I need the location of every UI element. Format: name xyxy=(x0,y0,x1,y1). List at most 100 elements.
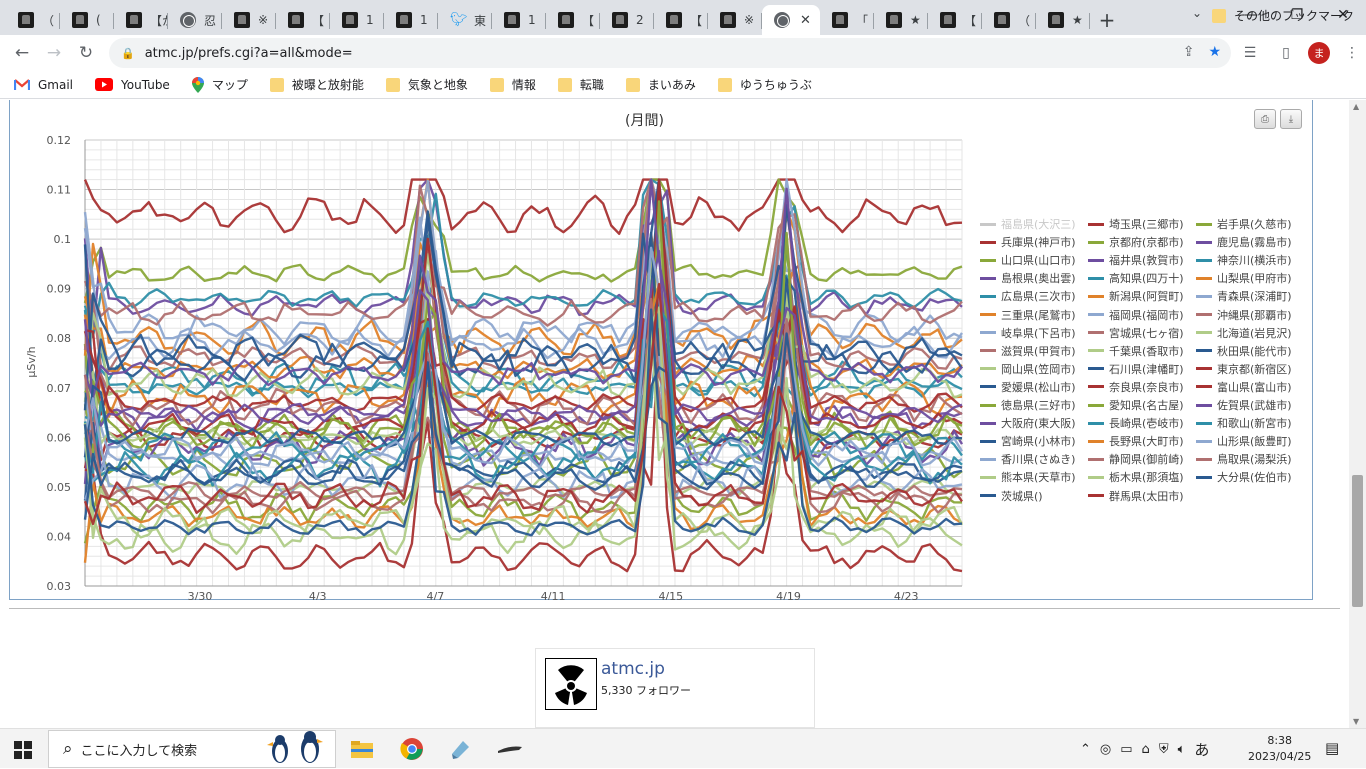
print-icon[interactable]: ⎙ xyxy=(1254,109,1276,129)
windows-start-icon[interactable] xyxy=(14,741,32,759)
legend-entry[interactable]: 静岡県(御前崎) xyxy=(1088,451,1184,467)
scroll-thumb[interactable] xyxy=(1352,475,1363,607)
legend-entry[interactable]: 山形県(飯豊町) xyxy=(1196,433,1292,449)
legend-entry[interactable]: 長野県(大町市) xyxy=(1088,433,1184,449)
legend-entry[interactable]: 千葉県(香取市) xyxy=(1088,343,1184,359)
legend-entry[interactable]: 三重県(尾鷲市) xyxy=(980,307,1076,323)
browser-tab[interactable]: 【 xyxy=(654,5,708,35)
twitter-follow-widget[interactable]: atmc.jp 5,330 フォロワー xyxy=(535,648,815,728)
legend-entry[interactable]: 和歌山(新宮市) xyxy=(1196,415,1292,431)
legend-entry[interactable]: 岡山県(笠岡市) xyxy=(980,361,1076,377)
legend-entry[interactable]: 愛媛県(松山市) xyxy=(980,379,1076,395)
app-icon-blue[interactable] xyxy=(446,735,474,763)
browser-tab[interactable]: 【 xyxy=(546,5,600,35)
bookmark-item[interactable]: 情報 xyxy=(489,76,536,93)
notification-icon[interactable]: ▤ xyxy=(1325,739,1339,757)
chrome-icon[interactable] xyxy=(398,735,426,763)
legend-entry[interactable]: 愛知県(名古屋) xyxy=(1088,397,1184,413)
legend-entry[interactable]: 岩手県(久慈市) xyxy=(1196,216,1292,232)
bookmark-item[interactable]: 気象と地象 xyxy=(385,76,468,93)
legend-entry[interactable]: 茨城県() xyxy=(980,488,1043,504)
legend-entry[interactable]: 京都府(京都市) xyxy=(1088,234,1184,250)
ime-indicator[interactable]: あ xyxy=(1194,739,1209,760)
browser-tab[interactable]: 【か xyxy=(114,5,168,35)
browser-tab[interactable]: ※ xyxy=(222,5,276,35)
scroll-down-icon[interactable]: ▼ xyxy=(1353,717,1359,726)
legend-entry[interactable]: 香川県(さぬき) xyxy=(980,451,1075,467)
widget-account-name[interactable]: atmc.jp xyxy=(601,659,665,679)
browser-tab[interactable]: ※ xyxy=(708,5,762,35)
browser-tab[interactable]: 「 xyxy=(820,5,874,35)
close-tab-icon[interactable]: ✕ xyxy=(800,13,811,28)
legend-entry[interactable]: 青森県(深浦町) xyxy=(1196,288,1292,304)
browser-tab[interactable]: ( xyxy=(60,5,114,35)
legend-entry[interactable]: 高知県(四万十) xyxy=(1088,270,1184,286)
bookmark-item[interactable]: Gmail xyxy=(14,78,73,92)
legend-entry[interactable]: 大阪府(東大阪) xyxy=(980,415,1076,431)
legend-entry[interactable]: 島根県(奥出雲) xyxy=(980,270,1076,286)
legend-entry[interactable]: 群馬県(太田市) xyxy=(1088,488,1184,504)
bookmark-item[interactable]: まいあみ xyxy=(625,76,696,93)
legend-entry[interactable]: 北海道(岩見沢) xyxy=(1196,325,1292,341)
legend-entry[interactable]: 兵庫県(神戸市) xyxy=(980,234,1076,250)
legend-entry[interactable]: 福岡県(福岡市) xyxy=(1088,307,1184,323)
network-icon[interactable]: ⌂ xyxy=(1142,742,1150,757)
legend-entry[interactable]: 鳥取県(湯梨浜) xyxy=(1196,451,1292,467)
legend-entry[interactable]: 佐賀県(武雄市) xyxy=(1196,397,1292,413)
legend-entry[interactable]: 神奈川(横浜市) xyxy=(1196,252,1292,268)
legend-entry[interactable]: 熊本県(天草市) xyxy=(980,469,1076,485)
share-icon[interactable]: ⇪ xyxy=(1183,44,1195,60)
other-bookmarks[interactable]: その他のブックマーク xyxy=(1211,7,1354,24)
browser-tab[interactable]: ✕ xyxy=(762,5,820,35)
profile-avatar[interactable]: ま xyxy=(1308,42,1330,64)
legend-entry[interactable]: 宮城県(七ヶ宿) xyxy=(1088,325,1184,341)
browser-tab[interactable]: 1 xyxy=(492,5,546,35)
tab-search-icon[interactable]: ⌄ xyxy=(1192,6,1202,20)
browser-tab[interactable]: 【 xyxy=(276,5,330,35)
bookmark-item[interactable]: 被曝と放射能 xyxy=(269,76,364,93)
legend-entry[interactable]: 沖縄県(那覇市) xyxy=(1196,307,1292,323)
legend-entry[interactable]: 石川県(津幡町) xyxy=(1088,361,1184,377)
reload-icon[interactable]: ↻ xyxy=(70,37,102,69)
legend-entry[interactable]: 徳島県(三好市) xyxy=(980,397,1076,413)
side-panel-icon[interactable]: ▯ xyxy=(1272,38,1300,68)
browser-tab[interactable]: 忍 xyxy=(168,5,222,35)
legend-entry[interactable]: 大分県(佐伯市) xyxy=(1196,469,1292,485)
browser-tab[interactable]: （ xyxy=(6,5,60,35)
battery-icon[interactable]: ▭ xyxy=(1120,742,1132,757)
browser-tab[interactable]: （ xyxy=(982,5,1036,35)
show-hidden-icons-icon[interactable]: ⌃ xyxy=(1080,742,1091,757)
bookmark-item[interactable]: 転職 xyxy=(557,76,604,93)
legend-entry[interactable]: 福井県(敦賀市) xyxy=(1088,252,1184,268)
legend-entry[interactable]: 富山県(富山市) xyxy=(1196,379,1292,395)
new-tab-button[interactable]: + xyxy=(1090,5,1124,35)
back-icon[interactable]: ← xyxy=(6,37,38,69)
vertical-scrollbar[interactable]: ▲ ▼ xyxy=(1349,100,1366,728)
legend-entry[interactable]: 奈良県(奈良市) xyxy=(1088,379,1184,395)
legend-entry[interactable]: 福島県(大沢三) xyxy=(980,216,1076,232)
legend-entry[interactable]: 山梨県(甲府市) xyxy=(1196,270,1292,286)
legend-entry[interactable]: 宮崎県(小林市) xyxy=(980,433,1076,449)
bookmark-star-icon[interactable]: ★ xyxy=(1208,44,1221,60)
bookmark-item[interactable]: YouTube xyxy=(95,78,170,92)
bookmark-item[interactable]: マップ xyxy=(191,76,248,93)
scroll-up-icon[interactable]: ▲ xyxy=(1353,102,1359,111)
legend-entry[interactable]: 広島県(三次市) xyxy=(980,288,1076,304)
browser-tab[interactable]: ★ xyxy=(1036,5,1090,35)
legend-entry[interactable]: 岐阜県(下呂市) xyxy=(980,325,1076,341)
legend-entry[interactable]: 鹿児島(霧島市) xyxy=(1196,234,1292,250)
reading-list-icon[interactable]: ☰ xyxy=(1236,38,1264,68)
browser-tab[interactable]: 【 xyxy=(928,5,982,35)
legend-entry[interactable]: 秋田県(能代市) xyxy=(1196,343,1292,359)
clock[interactable]: 8:38 2023/04/25 xyxy=(1248,733,1311,765)
forward-icon[interactable]: → xyxy=(38,37,70,69)
security-icon[interactable]: ⛨ xyxy=(1159,742,1169,757)
lock-icon[interactable]: 🔒 xyxy=(121,47,135,60)
legend-entry[interactable]: 長崎県(壱岐市) xyxy=(1088,415,1184,431)
browser-tab[interactable]: ★ xyxy=(874,5,928,35)
download-icon[interactable]: ⤓ xyxy=(1280,109,1302,129)
url-text[interactable]: atmc.jp/prefs.cgi?a=all&mode= xyxy=(145,46,353,61)
file-explorer-icon[interactable] xyxy=(348,735,376,763)
bookmark-item[interactable]: ゆうちゅうぶ xyxy=(717,76,812,93)
app-icon-plane[interactable] xyxy=(496,735,524,763)
